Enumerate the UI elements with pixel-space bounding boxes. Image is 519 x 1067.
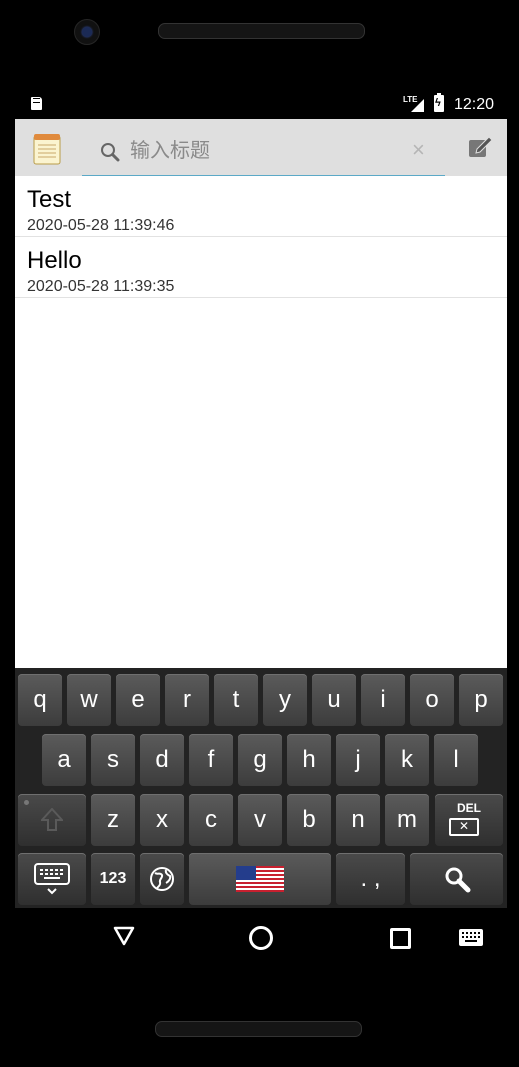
note-date: 2020-05-28 11:39:35 (27, 278, 175, 295)
us-flag-icon (236, 866, 284, 892)
key-a[interactable]: a (42, 734, 86, 786)
key-f[interactable]: f (189, 734, 233, 786)
battery-icon: ϟ (434, 93, 444, 112)
square-recents-icon[interactable] (390, 928, 411, 949)
keyboard-switch-key[interactable] (18, 853, 86, 905)
key-y[interactable]: y (263, 674, 307, 726)
shift-key[interactable] (18, 794, 86, 846)
note-title: Test (27, 186, 72, 213)
key-x[interactable]: x (140, 794, 184, 846)
numbers-key[interactable]: 123 (91, 853, 135, 905)
key-v[interactable]: v (238, 794, 282, 846)
keyboard-icon[interactable] (459, 929, 483, 946)
key-s[interactable]: s (91, 734, 135, 786)
key-w[interactable]: w (67, 674, 111, 726)
compose-icon[interactable] (467, 134, 493, 160)
space-key[interactable] (189, 853, 331, 905)
key-h[interactable]: h (287, 734, 331, 786)
search-box[interactable]: × (82, 125, 445, 177)
note-title: Hello (27, 247, 82, 274)
front-camera (74, 19, 100, 45)
bottom-speaker (155, 1021, 362, 1037)
key-p[interactable]: p (459, 674, 503, 726)
keyboard-icon (34, 863, 70, 895)
lte-signal-icon: LTE (403, 95, 425, 113)
triangle-back-icon[interactable] (113, 926, 135, 946)
navigation-bar (15, 908, 507, 966)
app-bar: × (15, 119, 507, 177)
notes-list: Test 2020-05-28 11:39:46 Hello 2020-05-2… (15, 176, 507, 668)
key-j[interactable]: j (336, 734, 380, 786)
key-t[interactable]: t (214, 674, 258, 726)
circle-home-icon[interactable] (249, 926, 273, 950)
key-z[interactable]: z (91, 794, 135, 846)
key-m[interactable]: m (385, 794, 429, 846)
note-item[interactable]: Hello 2020-05-28 11:39:35 (15, 237, 507, 298)
clear-icon[interactable]: × (412, 137, 425, 163)
key-u[interactable]: u (312, 674, 356, 726)
key-i[interactable]: i (361, 674, 405, 726)
signal-bars-icon (411, 99, 424, 112)
note-date: 2020-05-28 11:39:46 (27, 217, 175, 234)
magnifier-icon (445, 867, 471, 893)
earpiece-speaker (158, 23, 365, 39)
backspace-icon: ✕ (449, 818, 479, 836)
status-bar: LTE ϟ 12:20 (15, 91, 507, 119)
globe-icon (150, 867, 174, 891)
sd-card-icon (31, 97, 42, 110)
language-key[interactable] (140, 853, 184, 905)
status-time: 12:20 (454, 96, 495, 113)
key-d[interactable]: d (140, 734, 184, 786)
key-q[interactable]: q (18, 674, 62, 726)
key-g[interactable]: g (238, 734, 282, 786)
key-c[interactable]: c (189, 794, 233, 846)
key-b[interactable]: b (287, 794, 331, 846)
key-e[interactable]: e (116, 674, 160, 726)
punctuation-key[interactable]: . , (336, 853, 405, 905)
notepad-icon[interactable] (33, 133, 61, 165)
key-l[interactable]: l (434, 734, 478, 786)
delete-key[interactable]: DEL ✕ (435, 794, 503, 846)
shift-arrow-icon (41, 808, 63, 831)
key-n[interactable]: n (336, 794, 380, 846)
search-action-key[interactable] (410, 853, 503, 905)
search-icon (100, 142, 120, 162)
key-k[interactable]: k (385, 734, 429, 786)
key-o[interactable]: o (410, 674, 454, 726)
search-input[interactable] (130, 135, 400, 165)
note-item[interactable]: Test 2020-05-28 11:39:46 (15, 176, 507, 237)
key-r[interactable]: r (165, 674, 209, 726)
soft-keyboard: q w e r t y u i o p a s d f g h j k l z … (15, 668, 507, 908)
